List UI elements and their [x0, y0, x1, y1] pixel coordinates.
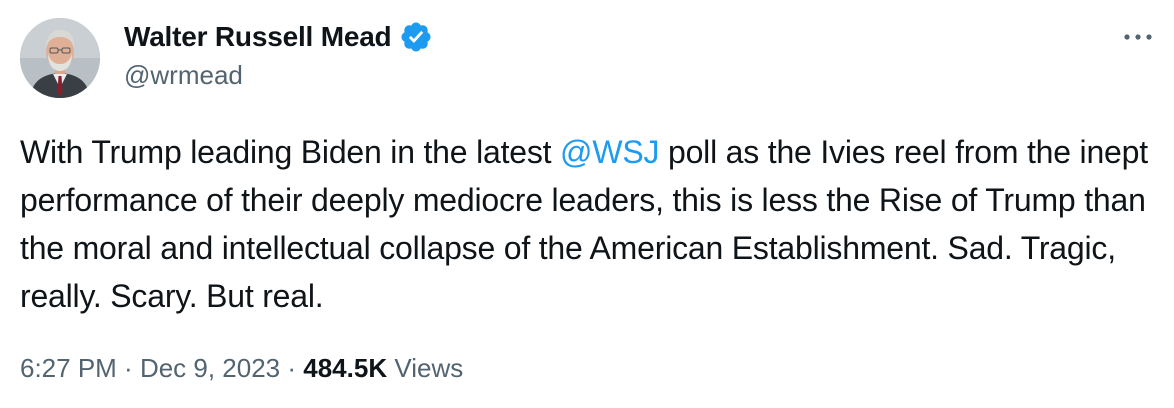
author-display-name[interactable]: Walter Russell Mead	[124, 21, 392, 53]
tweet-text-before: With Trump leading Biden in the latest	[20, 134, 561, 170]
tweet-date[interactable]: Dec 9, 2023	[140, 353, 280, 383]
author-handle[interactable]: @wrmead	[124, 60, 243, 91]
author-name-row: Walter Russell Mead	[124, 20, 433, 54]
more-options-icon[interactable]	[1118, 22, 1158, 52]
tweet-time[interactable]: 6:27 PM	[20, 353, 117, 383]
views-count[interactable]: 484.5K	[303, 353, 387, 383]
tweet-text: With Trump leading Biden in the latest @…	[20, 128, 1150, 320]
avatar-photo	[20, 18, 100, 98]
meta-separator-2: ·	[280, 353, 304, 383]
views-label: Views	[387, 353, 464, 383]
verified-badge-icon[interactable]	[399, 20, 433, 54]
mention-link[interactable]: @WSJ	[560, 134, 659, 170]
avatar[interactable]	[20, 18, 100, 98]
tweet-meta: 6:27 PM · Dec 9, 2023 · 484.5K Views	[20, 350, 463, 386]
tweet-card: Walter Russell Mead @wrmead With Trump l…	[0, 0, 1174, 408]
meta-separator: ·	[116, 353, 140, 383]
